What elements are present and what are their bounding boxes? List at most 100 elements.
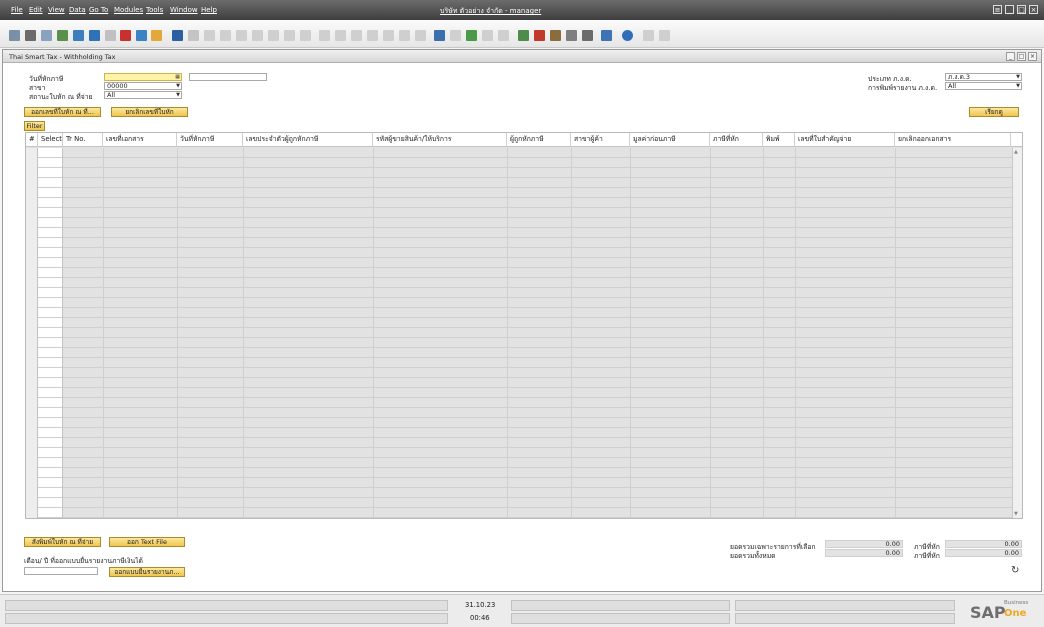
first-record-icon[interactable]: [204, 30, 215, 41]
target-document-icon[interactable]: [335, 30, 346, 41]
query-icon[interactable]: [550, 30, 561, 41]
attachment-icon[interactable]: [450, 30, 461, 41]
report-type-select[interactable]: All ▼: [945, 82, 1022, 90]
base-document-icon[interactable]: [319, 30, 330, 41]
report-icon[interactable]: [534, 30, 545, 41]
transaction-journal-icon[interactable]: [383, 30, 394, 41]
pnd-type-select[interactable]: ภ.ง.ด.3 ▼: [945, 73, 1022, 81]
minimize-icon[interactable]: _: [1005, 5, 1014, 14]
grid-vertical-scrollbar[interactable]: ▲ ▼: [1012, 148, 1022, 518]
add-icon[interactable]: [188, 30, 199, 41]
minimize-icon[interactable]: _: [1006, 52, 1015, 61]
status-info-box: [511, 613, 730, 624]
grid-body[interactable]: [26, 148, 1022, 518]
clipboard-icon[interactable]: [659, 30, 670, 41]
status-label: สถานะใบหัก ณ ที่จ่าย: [29, 93, 93, 101]
excel-export-icon[interactable]: [89, 30, 100, 41]
app-title: บริษัท ตัวอย่าง จำกัด - manager: [440, 7, 542, 15]
lock-icon[interactable]: [151, 30, 162, 41]
print-icon[interactable]: [25, 30, 36, 41]
menu-tools[interactable]: Tools: [146, 6, 163, 14]
tax-date-field[interactable]: ▦: [104, 73, 182, 81]
report-type-label: การพิมพ์รายงาน ภ.ง.ด.: [868, 84, 938, 92]
tax-date-to-field[interactable]: [189, 73, 267, 81]
fax-icon[interactable]: [73, 30, 84, 41]
month-year-field[interactable]: [24, 567, 98, 575]
column-header-rownum[interactable]: #: [26, 133, 38, 147]
print-cert-button[interactable]: สั่งพิมพ์ใบหัก ณ ที่จ่าย: [24, 537, 101, 547]
menu-window[interactable]: Window: [170, 6, 198, 14]
menu-go-to[interactable]: Go To: [89, 6, 108, 14]
spreadsheet-icon[interactable]: [518, 30, 529, 41]
menu-view[interactable]: View: [48, 6, 65, 14]
launch-icon[interactable]: [136, 30, 147, 41]
window-controls: ≡ _ □ ×: [993, 5, 1038, 14]
preview-icon[interactable]: [9, 30, 20, 41]
previous-record-icon[interactable]: [220, 30, 231, 41]
column-header-doc-number[interactable]: เลขที่เอกสาร: [103, 133, 177, 147]
sms-icon[interactable]: [57, 30, 68, 41]
find-icon[interactable]: [172, 30, 183, 41]
branch-select[interactable]: 00000 ▼: [104, 82, 182, 90]
menu-edit[interactable]: Edit: [29, 6, 43, 14]
next-record-icon[interactable]: [236, 30, 247, 41]
column-header-printed[interactable]: พิมพ์: [763, 133, 795, 147]
column-header-pre-tax-amount[interactable]: มูลค่าก่อนภาษี: [630, 133, 710, 147]
scroll-down-icon[interactable]: ▼: [1014, 511, 1018, 517]
status-select[interactable]: All ▼: [104, 91, 182, 99]
text-file-button[interactable]: ออก Text File: [109, 537, 185, 547]
refresh-record-icon[interactable]: [268, 30, 279, 41]
sort-icon[interactable]: [300, 30, 311, 41]
user-icon[interactable]: [582, 30, 593, 41]
pdf-export-icon[interactable]: [120, 30, 131, 41]
restore-icon[interactable]: □: [1017, 5, 1026, 14]
submit-report-button[interactable]: ออกแบบยื่นรายงานภ...: [109, 567, 185, 577]
column-divider: [795, 148, 796, 518]
edit-icon[interactable]: [434, 30, 445, 41]
column-header-tax-id[interactable]: เลขประจำตัวผู้ถูกหักภาษี: [243, 133, 373, 147]
layout-icon[interactable]: ≡: [993, 5, 1002, 14]
cancel-cert-number-button[interactable]: ยกเลิกเลขที่ใบหัก: [111, 107, 188, 117]
column-header-tr-no[interactable]: Tr No.: [63, 133, 103, 147]
column-header-withholdee[interactable]: ผู้ถูกหักภาษี: [507, 133, 571, 147]
column-header-vendor-code[interactable]: รหัสผู้ขายสินค้า/ให้บริการ: [373, 133, 507, 147]
close-icon[interactable]: ×: [1029, 5, 1038, 14]
chevron-down-icon: ▼: [1016, 74, 1020, 80]
column-header-tax-date[interactable]: วันที่หักภาษี: [177, 133, 243, 147]
select-column[interactable]: [38, 148, 63, 518]
word-export-icon[interactable]: [105, 30, 116, 41]
filter-icon[interactable]: [284, 30, 295, 41]
status-bar: 31.10.23 00:46 SAP Business One: [0, 594, 1044, 627]
calendar-icon[interactable]: ▦: [175, 74, 180, 80]
chevron-down-icon: ▼: [176, 83, 180, 89]
notes-icon[interactable]: [643, 30, 654, 41]
menu-modules[interactable]: Modules: [114, 6, 143, 14]
column-header-payment-voucher[interactable]: เลขที่ใบสำคัญจ่าย: [795, 133, 895, 147]
last-record-icon[interactable]: [252, 30, 263, 41]
column-header-vendor-branch[interactable]: สาขาผู้ค้า: [571, 133, 630, 147]
document-settings-icon[interactable]: [415, 30, 426, 41]
maximize-icon[interactable]: □: [1017, 52, 1026, 61]
menu-file[interactable]: File: [11, 6, 23, 14]
email-icon[interactable]: [41, 30, 52, 41]
close-icon[interactable]: ×: [1028, 52, 1037, 61]
gross-profit-icon[interactable]: [351, 30, 362, 41]
column-header-select[interactable]: Select: [38, 133, 63, 147]
scroll-up-icon[interactable]: ▲: [1014, 149, 1018, 155]
issue-cert-number-button[interactable]: ออกเลขที่ใบหัก ณ ที่...: [24, 107, 101, 117]
filter-button[interactable]: Filter: [24, 121, 45, 131]
help-icon[interactable]: [622, 30, 633, 41]
menu-data[interactable]: Data: [69, 6, 86, 14]
column-header-tax-withheld[interactable]: ภาษีที่หัก: [710, 133, 763, 147]
chat-icon[interactable]: [498, 30, 509, 41]
form-settings-icon[interactable]: [399, 30, 410, 41]
organization-icon[interactable]: [566, 30, 577, 41]
message-icon[interactable]: [482, 30, 493, 41]
payment-means-icon[interactable]: [367, 30, 378, 41]
approve-icon[interactable]: [466, 30, 477, 41]
web-icon[interactable]: [601, 30, 612, 41]
refresh-icon[interactable]: ↻: [1011, 565, 1019, 576]
column-header-cancel-doc[interactable]: ยกเลิกออกเอกสาร: [895, 133, 1011, 147]
menu-help[interactable]: Help: [201, 6, 217, 14]
fetch-button[interactable]: เรียกดู: [969, 107, 1019, 117]
